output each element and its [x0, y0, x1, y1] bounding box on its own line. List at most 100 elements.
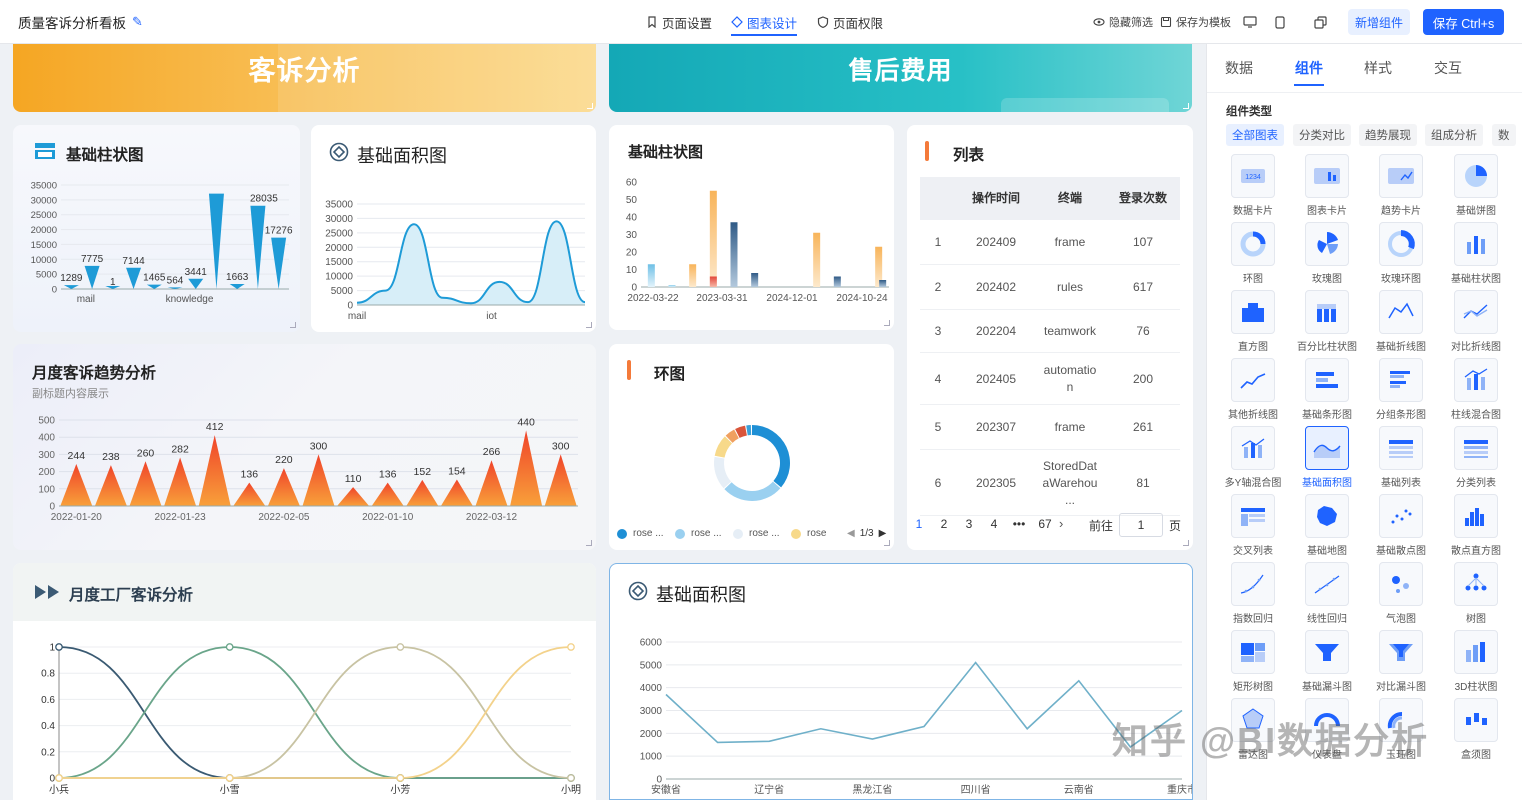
tab-chart-design-label: 图表设计 — [747, 16, 798, 31]
component-item[interactable]: 基础散点图 — [1367, 494, 1435, 557]
card-list[interactable]: 列表 操作时间 终端 登录次数 1 202409 frame 107 2 202402 ru… — [907, 125, 1193, 550]
area-fill — [357, 221, 585, 305]
x-tick-label: 云南省 — [1064, 783, 1094, 796]
legend-item[interactable]: rose ... — [617, 528, 664, 539]
y-tick-label: 5000 — [640, 660, 663, 671]
component-item[interactable]: 分类列表 — [1442, 426, 1510, 489]
component-item[interactable]: 散点直方图 — [1442, 494, 1510, 557]
component-item[interactable]: 对比折线图 — [1442, 290, 1510, 353]
copy-view-button[interactable] — [1306, 9, 1334, 35]
save-template-button[interactable]: 保存为模板 — [1160, 0, 1231, 44]
tab-components[interactable]: 组件 — [1295, 58, 1323, 78]
component-item[interactable]: 趋势卡片 — [1367, 154, 1435, 217]
legend-item[interactable]: rose ... — [675, 528, 722, 539]
component-item[interactable]: 图表卡片 — [1293, 154, 1361, 217]
component-item[interactable]: 百分比柱状图 — [1293, 290, 1361, 353]
tab-interaction[interactable]: 交互 — [1434, 58, 1462, 78]
next-icon[interactable]: ▶ — [879, 528, 887, 539]
edit-icon[interactable]: ✎ — [132, 14, 143, 30]
component-item[interactable]: 柱线混合图 — [1442, 358, 1510, 421]
tab-page-permissions[interactable]: 页面权限 — [817, 0, 883, 44]
page-number[interactable]: 4 — [987, 517, 1001, 531]
chip-filter[interactable]: 组成分析 — [1425, 124, 1483, 146]
component-item[interactable]: 气泡图 — [1367, 562, 1435, 625]
component-item[interactable]: 玫瑰图 — [1293, 222, 1361, 285]
component-item[interactable]: 环图 — [1219, 222, 1287, 285]
card-basic-bar-chart-1[interactable]: 基础柱状图 0 5000 10000 15000 20000 25000 30000 3500… — [13, 125, 300, 332]
component-item[interactable]: 其他折线图 — [1219, 358, 1287, 421]
goto-input[interactable]: 1 — [1119, 513, 1163, 537]
card-factory-analysis[interactable]: 月度工厂客诉分析 0 0.2 0.4 0.6 0.8 1 小兵 小雪 小芳 小明 — [13, 563, 596, 800]
component-item[interactable]: 基础折线图 — [1367, 290, 1435, 353]
page-number[interactable]: 67 — [1038, 517, 1052, 531]
component-item[interactable]: 指数回归 — [1219, 562, 1287, 625]
component-item[interactable]: 3D柱状图 — [1442, 630, 1510, 693]
card-basic-area-chart-1[interactable]: 基础面积图 0 5000 10000 15000 20000 25000 30000 3500… — [311, 125, 596, 332]
header-terminal: 终端 — [1057, 191, 1082, 205]
desktop-view-button[interactable] — [1236, 9, 1264, 35]
chart-type-icon — [1231, 426, 1275, 470]
table-row[interactable]: 3 202204 teamwork 76 — [920, 310, 1180, 353]
next-page-icon[interactable]: › — [1059, 516, 1063, 531]
mobile-view-button[interactable] — [1266, 9, 1294, 35]
component-item[interactable]: 直方图 — [1219, 290, 1287, 353]
table-row[interactable]: 6 202305 StoredDat aWarehou ... 81 — [920, 450, 1180, 516]
component-item[interactable]: 分组条形图 — [1367, 358, 1435, 421]
tab-style[interactable]: 样式 — [1364, 58, 1392, 78]
y-tick-label: 0 — [49, 502, 55, 513]
legend-item[interactable]: rose ... — [733, 528, 780, 539]
component-item[interactable]: 矩形树图 — [1219, 630, 1287, 693]
card-ring-chart[interactable]: 环图 rose ... rose ... rose ... rose ◀ 1/3 ▶ — [609, 344, 894, 550]
component-item[interactable]: 交叉列表 — [1219, 494, 1287, 557]
table-row[interactable]: 5 202307 frame 261 — [920, 405, 1180, 450]
legend-item[interactable]: rose — [791, 528, 826, 539]
component-item[interactable]: 基础漏斗图 — [1293, 630, 1361, 693]
component-item[interactable]: 对比漏斗图 — [1367, 630, 1435, 693]
card-monthly-trend[interactable]: 月度客诉趋势分析 副标题内容展示 0 100 200 300 400 500 244 238 2… — [13, 344, 596, 550]
save-button[interactable]: 保存 Ctrl+s — [1423, 9, 1504, 35]
cell-count: 81 — [1136, 475, 1150, 490]
chip-filter[interactable]: 全部图表 — [1226, 124, 1284, 146]
page-number[interactable]: ••• — [1012, 517, 1026, 531]
component-item[interactable]: 玫瑰环图 — [1367, 222, 1435, 285]
component-item[interactable]: 多Y轴混合图 — [1219, 426, 1287, 489]
component-item[interactable]: 基础地图 — [1293, 494, 1361, 557]
component-item[interactable]: 基础列表 — [1367, 426, 1435, 489]
component-item[interactable]: 基础柱状图 — [1442, 222, 1510, 285]
table-row[interactable]: 1 202409 frame 107 — [920, 220, 1180, 265]
component-item[interactable]: 盒须图 — [1442, 698, 1510, 761]
watermark: 知乎 @BI数据分析 — [1112, 720, 1430, 761]
chip-filter[interactable]: 分类对比 — [1293, 124, 1351, 146]
chart-type-icon — [1305, 426, 1349, 470]
component-item[interactable]: 1234 数据卡片 — [1219, 154, 1287, 217]
banner-complaint-analysis: 客诉分析 — [13, 44, 596, 112]
card-basic-area-chart-2[interactable]: 基础面积图 0 1000 2000 3000 4000 5000 6000 安徽省 辽宁省 黑龙江… — [609, 563, 1193, 800]
hide-filter-button[interactable]: 隐藏筛选 — [1093, 0, 1153, 44]
tab-chart-design[interactable]: 图表设计 — [731, 0, 798, 44]
component-item[interactable]: 树图 — [1442, 562, 1510, 625]
chip-filter[interactable]: 数 — [1492, 124, 1516, 146]
component-item[interactable]: 线性回归 — [1293, 562, 1361, 625]
prev-icon[interactable]: ◀ — [847, 528, 855, 539]
component-item[interactable]: 基础条形图 — [1293, 358, 1361, 421]
component-item[interactable]: 基础饼图 — [1442, 154, 1510, 217]
component-item[interactable]: 基础面积图 — [1293, 426, 1361, 489]
data-label: 244 — [68, 450, 86, 462]
card-title: 月度工厂客诉分析 — [69, 587, 194, 604]
tab-page-settings[interactable]: 页面设置 — [646, 0, 712, 44]
data-label: 136 — [379, 469, 397, 481]
add-component-button[interactable]: 新增组件 — [1348, 9, 1410, 35]
page-number[interactable]: 2 — [937, 517, 951, 531]
bar — [668, 285, 676, 287]
bar-card-icon — [35, 143, 55, 159]
tab-data[interactable]: 数据 — [1225, 58, 1253, 78]
row-index: 2 — [934, 280, 942, 294]
page-number[interactable]: 3 — [962, 517, 976, 531]
card-basic-bar-chart-2[interactable]: 基础柱状图 0 10 20 30 40 50 60 2022-03-22 2023-03-31 2… — [609, 125, 894, 330]
legend-pager[interactable]: ◀ 1/3 ▶ — [847, 528, 886, 539]
table-row[interactable]: 4 202405 automatio n 200 — [920, 353, 1180, 405]
table-row[interactable]: 2 202402 rules 617 — [920, 265, 1180, 310]
page-number[interactable]: 1 — [912, 517, 926, 531]
x-tick-label: 2022-03-22 — [627, 293, 679, 304]
chip-filter[interactable]: 趋势展现 — [1359, 124, 1417, 146]
